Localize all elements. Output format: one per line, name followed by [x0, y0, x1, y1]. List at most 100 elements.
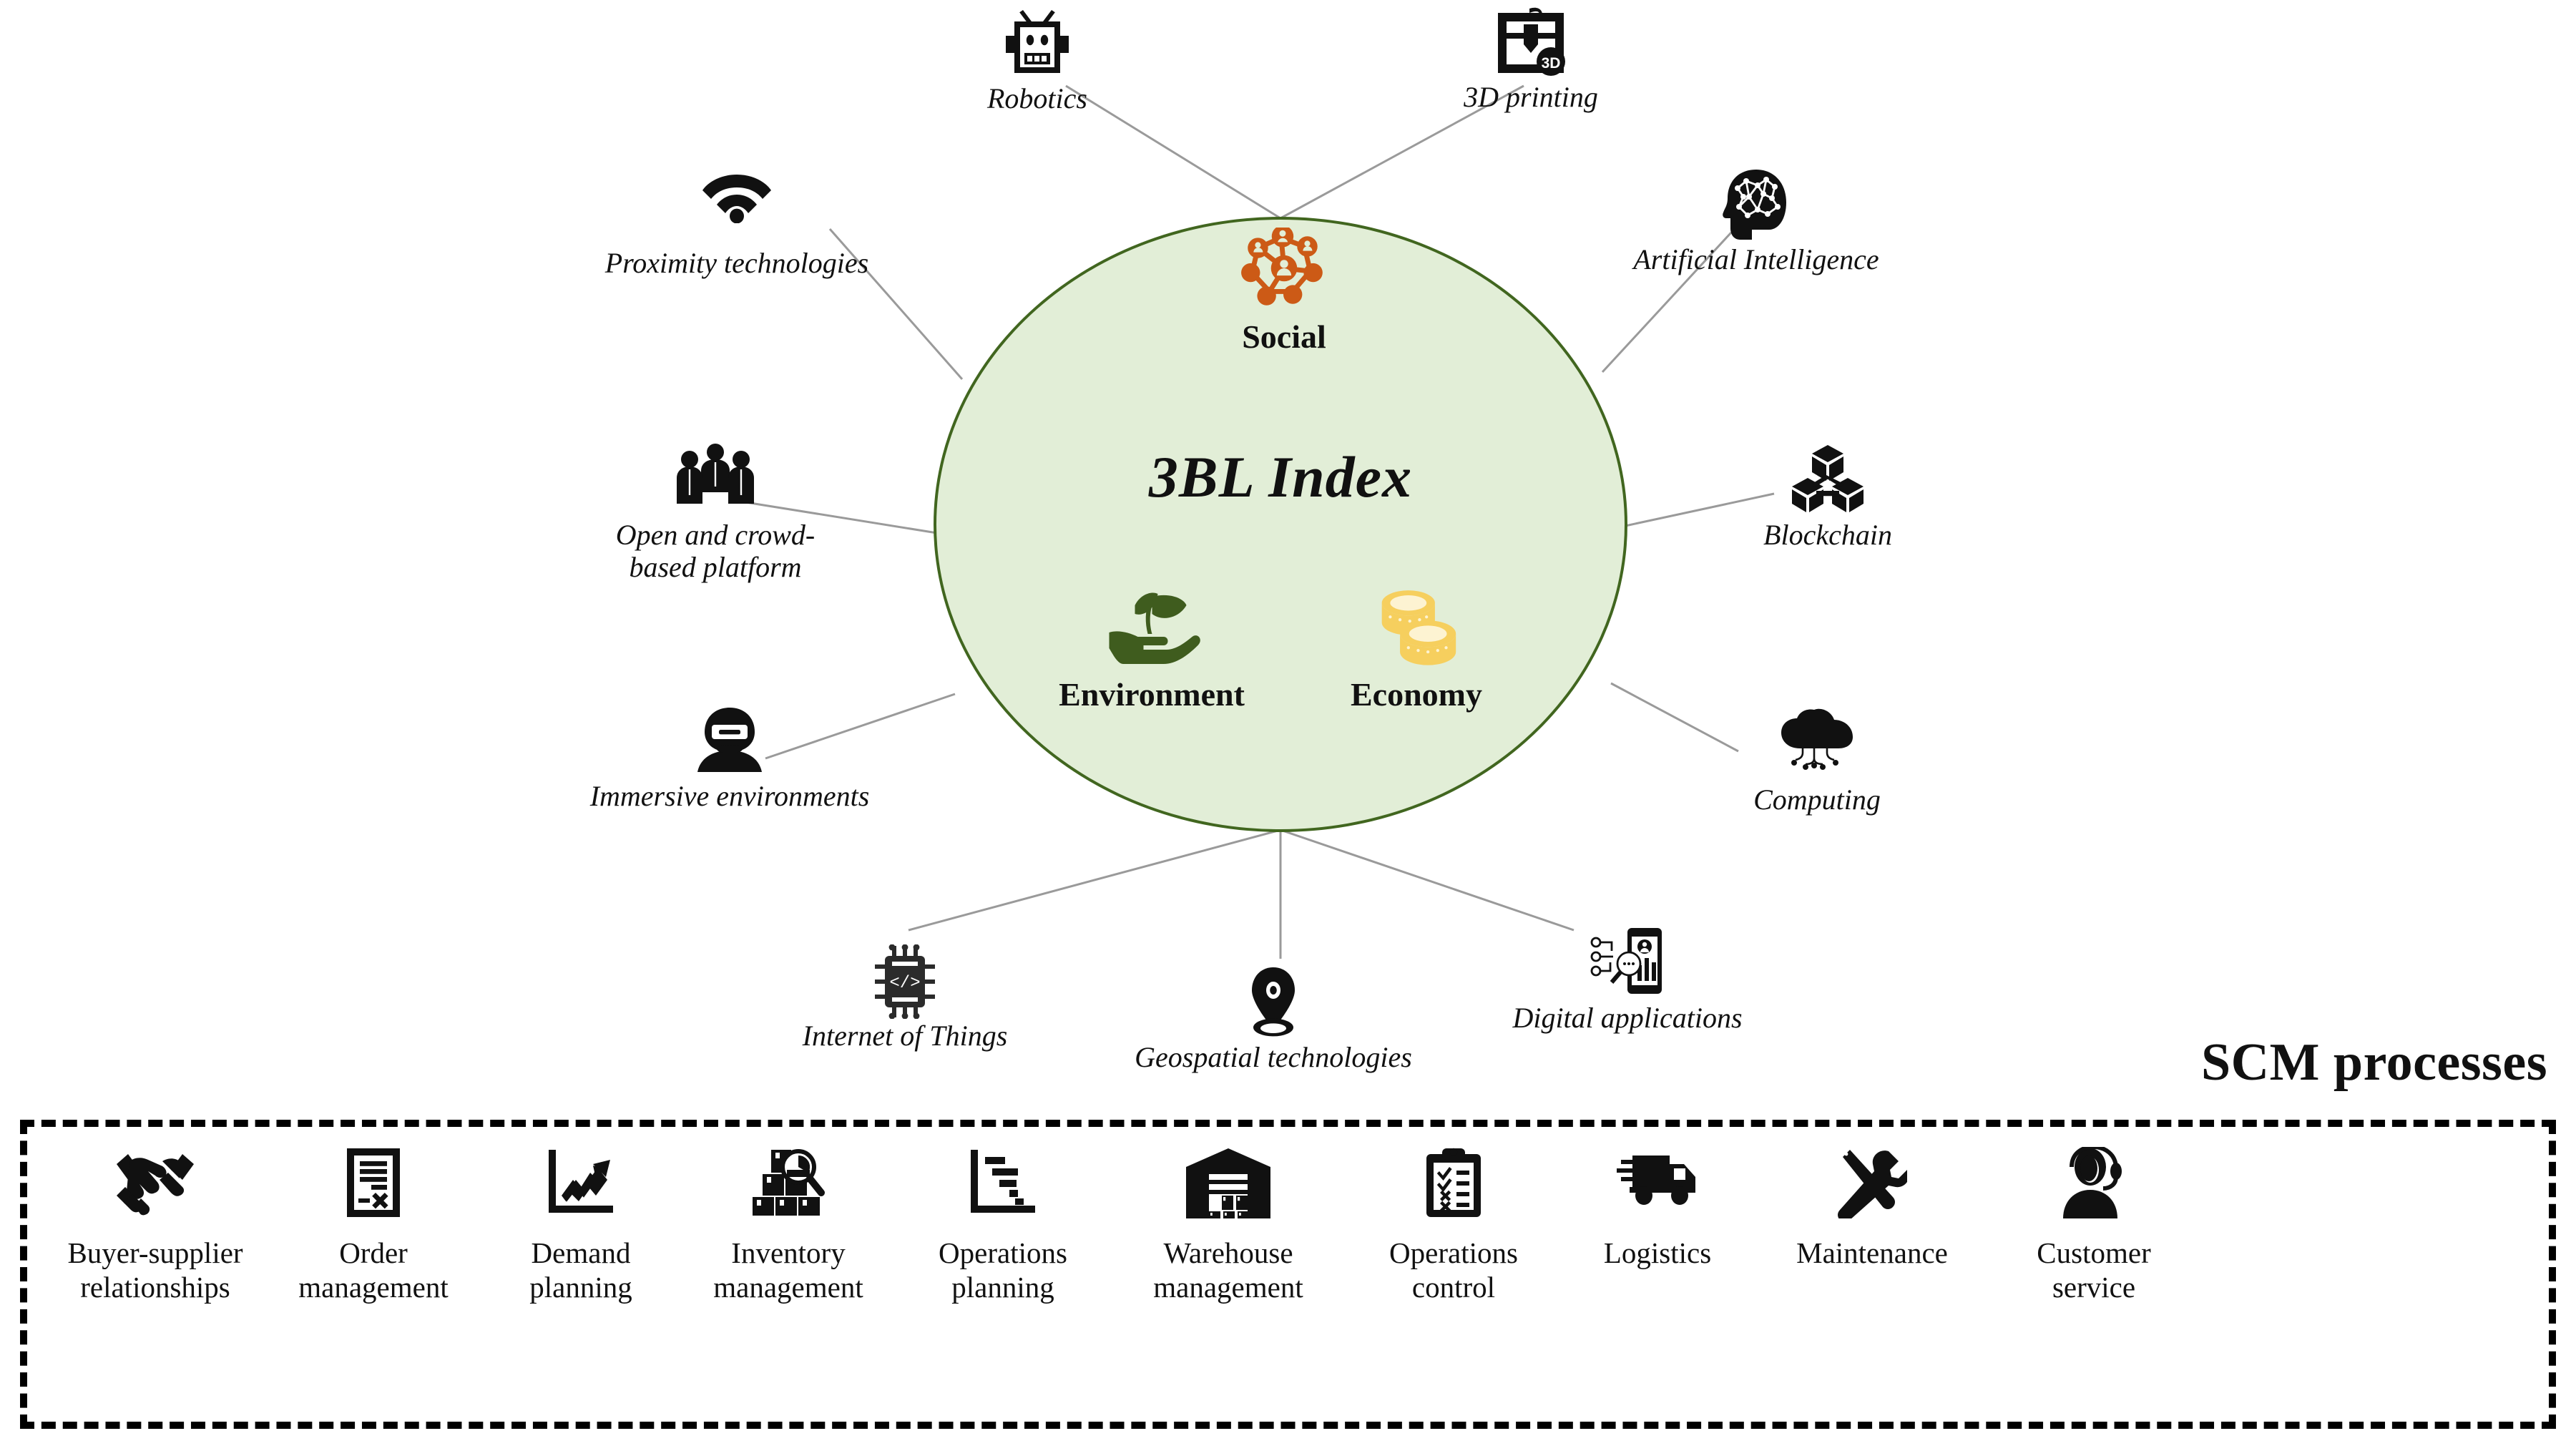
- tech-node-proximity-label: Proximity technologies: [604, 247, 869, 279]
- scm-processes-row: Buyer-supplier relationships Order manag…: [20, 1120, 2556, 1429]
- tech-node-immersive[interactable]: Immersive environments: [551, 705, 909, 813]
- tech-node-robotics[interactable]: Robotics: [923, 7, 1152, 115]
- scm-item-buyer-supplier-relationships[interactable]: Buyer-supplier relationships: [44, 1147, 266, 1305]
- scm-label-line1: Buyer-supplier: [67, 1236, 243, 1269]
- scm-item-label: Order management: [266, 1236, 481, 1305]
- tech-node-blockchain[interactable]: Blockchain: [1706, 444, 1949, 552]
- scm-label-line2: planning: [529, 1271, 632, 1304]
- connector-iot: [908, 829, 1281, 932]
- trend-chart-icon: [481, 1147, 681, 1224]
- scm-label-line1: Operations: [1389, 1236, 1518, 1269]
- scm-label-line1: Logistics: [1603, 1236, 1712, 1269]
- scm-item-label: Customer service: [1990, 1236, 2198, 1305]
- tech-node-robotics-label: Robotics: [987, 82, 1087, 114]
- scm-item-label: Operations planning: [896, 1236, 1110, 1305]
- warehouse-icon: [1110, 1147, 1346, 1224]
- pillar-environment[interactable]: Environment: [1001, 585, 1302, 713]
- scm-label-line1: Inventory: [731, 1236, 846, 1269]
- scm-item-inventory-management[interactable]: Inventory management: [681, 1147, 896, 1305]
- tech-node-3dprinting[interactable]: 3D 3D printing: [1413, 6, 1649, 114]
- openplatform-line2: based platform: [629, 550, 802, 583]
- scm-item-demand-planning[interactable]: Demand planning: [481, 1147, 681, 1305]
- tech-node-iot[interactable]: </> Internet of Things: [762, 944, 1048, 1052]
- tech-node-geospatial-label: Geospatial technologies: [1135, 1041, 1412, 1073]
- map-pin-icon: [1112, 966, 1434, 1037]
- page-title: 3BL Index: [1148, 444, 1413, 509]
- tech-node-iot-label: Internet of Things: [802, 1020, 1008, 1052]
- pillar-economy-label: Economy: [1351, 676, 1482, 713]
- scm-item-warehouse-management[interactable]: Warehouse management: [1110, 1147, 1346, 1305]
- tech-node-ai[interactable]: Artificial Intelligence: [1592, 168, 1921, 276]
- scm-item-label: Operations control: [1346, 1236, 1561, 1305]
- scm-label-line1: Maintenance: [1796, 1236, 1948, 1269]
- scm-label-line2: service: [2052, 1271, 2136, 1304]
- tech-node-geospatial[interactable]: Geospatial technologies: [1112, 966, 1434, 1074]
- scm-item-maintenance[interactable]: Maintenance: [1754, 1147, 1990, 1270]
- scm-item-order-management[interactable]: Order management: [266, 1147, 481, 1305]
- scm-item-label: Buyer-supplier relationships: [44, 1236, 266, 1305]
- scm-label-line2: relationships: [80, 1271, 230, 1304]
- vr-headset-icon: [551, 705, 909, 776]
- coins-stack-icon: [1302, 585, 1531, 671]
- mobile-analytics-icon: [1484, 927, 1771, 998]
- scm-item-operations-control[interactable]: Operations control: [1346, 1147, 1561, 1305]
- diagram-canvas: 3BL Index Social Environment Economy Rob…: [0, 0, 2576, 1451]
- boxes-magnifier-icon: [681, 1147, 896, 1224]
- tools-icon: [1754, 1147, 1990, 1224]
- pillar-environment-label: Environment: [1059, 676, 1245, 713]
- tech-node-digitalapps[interactable]: Digital applications: [1484, 927, 1771, 1035]
- scm-label-line2: management: [298, 1271, 449, 1304]
- tech-node-ai-label: Artificial Intelligence: [1633, 243, 1879, 275]
- scm-label-line2: control: [1411, 1271, 1496, 1304]
- tech-node-digitalapps-label: Digital applications: [1512, 1002, 1743, 1034]
- scm-item-label: Warehouse management: [1110, 1236, 1346, 1305]
- scm-item-label: Inventory management: [681, 1236, 896, 1305]
- scm-label-line1: Customer: [2037, 1236, 2151, 1269]
- robot-icon: [923, 7, 1152, 79]
- tech-node-blockchain-label: Blockchain: [1763, 519, 1892, 551]
- tech-node-computing-label: Computing: [1753, 783, 1881, 816]
- scm-label-line1: Warehouse: [1163, 1236, 1293, 1269]
- svg-text:</>: </>: [889, 974, 920, 993]
- scm-label-line2: management: [1153, 1271, 1303, 1304]
- headset-agent-icon: [1990, 1147, 2198, 1224]
- clipboard-checklist-icon: [1346, 1147, 1561, 1224]
- social-network-icon: [1148, 228, 1420, 313]
- pillar-economy[interactable]: Economy: [1302, 585, 1531, 713]
- scm-label-line1: Demand: [531, 1236, 631, 1269]
- plant-in-hand-icon: [1001, 585, 1302, 671]
- tech-node-immersive-label: Immersive environments: [589, 780, 870, 812]
- delivery-truck-icon: [1561, 1147, 1754, 1224]
- tech-node-openplatform-label: Open and crowd- based platform: [579, 519, 851, 584]
- scm-item-label: Demand planning: [481, 1236, 681, 1305]
- pillar-social[interactable]: Social: [1148, 228, 1420, 356]
- openplatform-line1: Open and crowd-: [615, 519, 816, 551]
- order-document-icon: [266, 1147, 481, 1224]
- brain-head-icon: [1592, 168, 1921, 240]
- scm-label-line2: management: [713, 1271, 863, 1304]
- scm-item-label: Logistics: [1561, 1236, 1754, 1270]
- scm-label-line1: Order: [339, 1236, 408, 1269]
- scm-item-operations-planning[interactable]: Operations planning: [896, 1147, 1110, 1305]
- wifi-icon: [565, 172, 909, 243]
- pillar-social-label: Social: [1242, 318, 1326, 355]
- scm-label-line2: planning: [951, 1271, 1054, 1304]
- people-group-icon: [579, 444, 851, 515]
- blockchain-cubes-icon: [1706, 444, 1949, 515]
- gantt-chart-icon: [896, 1147, 1110, 1224]
- tech-node-proximity[interactable]: Proximity technologies: [565, 172, 909, 280]
- scm-processes-title: SCM processes: [2200, 1033, 2547, 1092]
- scm-item-logistics[interactable]: Logistics: [1561, 1147, 1754, 1270]
- handshake-icon: [44, 1147, 266, 1224]
- tech-node-3dprinting-label: 3D printing: [1464, 81, 1598, 113]
- scm-item-label: Maintenance: [1754, 1236, 1990, 1270]
- scm-label-line1: Operations: [939, 1236, 1067, 1269]
- connector-digitalapps: [1280, 829, 1575, 932]
- tech-node-openplatform[interactable]: Open and crowd- based platform: [579, 444, 851, 584]
- 3d-printer-icon: 3D: [1413, 6, 1649, 77]
- svg-text:3D: 3D: [1542, 55, 1561, 72]
- microchip-icon: </>: [762, 944, 1048, 1019]
- tech-node-computing[interactable]: Computing: [1681, 708, 1953, 816]
- scm-item-customer-service[interactable]: Customer service: [1990, 1147, 2198, 1305]
- cloud-computing-icon: [1681, 708, 1953, 780]
